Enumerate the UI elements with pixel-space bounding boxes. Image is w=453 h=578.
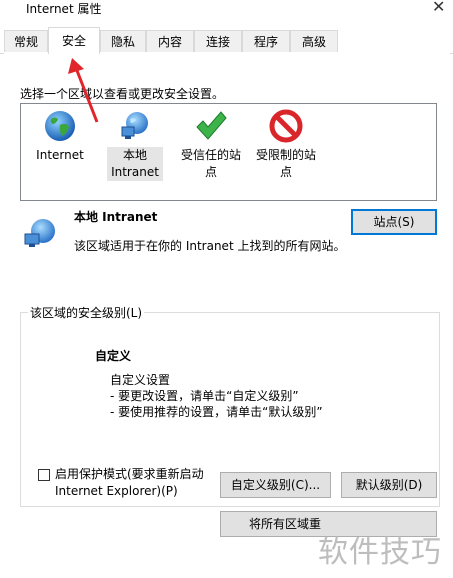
zone-trusted-label-2: 点 <box>204 165 217 179</box>
tab-general[interactable]: 常规 <box>4 30 48 52</box>
selected-zone-title: 本地 Intranet <box>74 210 158 224</box>
security-level-legend: 该区域的安全级别(L) <box>28 304 145 321</box>
zone-local-intranet[interactable]: 本地 Intranet <box>107 109 163 181</box>
tab-privacy[interactable]: 隐私 <box>100 30 146 52</box>
protected-mode-label-line-2: Internet Explorer)(P) <box>55 484 178 498</box>
zone-instruction: 选择一个区域以查看或更改安全设置。 <box>20 87 225 101</box>
tab-content[interactable]: 内容 <box>146 30 194 52</box>
network-globe-icon <box>24 219 55 247</box>
zone-trusted-label-1: 受信任的站 <box>180 148 241 162</box>
selected-zone-description: 该区域适用于在你的 Intranet 上找到的所有网站。 <box>74 239 346 253</box>
zone-trusted-sites[interactable]: 受信任的站 点 <box>176 109 246 181</box>
security-level-line: 自定义设置 <box>110 373 171 387</box>
protected-mode-label[interactable]: 启用保护模式(要求重新启动 Internet Explorer)(P) <box>55 466 204 500</box>
security-level-line: - 要更改设置，请单击“自定义级别” <box>110 389 299 403</box>
protected-mode-checkbox[interactable] <box>38 469 50 481</box>
tab-connections[interactable]: 连接 <box>194 30 242 52</box>
security-level-line: - 要使用推荐的设置，请单击“默认级别” <box>110 405 323 419</box>
zone-intranet-label-1: 本地 <box>122 148 147 162</box>
title-bar: Internet 属性 ✕ <box>0 0 453 28</box>
green-check-icon <box>196 111 227 140</box>
default-level-button[interactable]: 默认级别(D) <box>341 472 437 498</box>
window-title: Internet 属性 <box>26 2 102 16</box>
zone-restricted-label-1: 受限制的站 <box>255 148 316 162</box>
zone-restricted-label-2: 点 <box>279 165 292 179</box>
zone-internet[interactable]: Internet <box>30 109 90 164</box>
security-level-description: 自定义设置 - 要更改设置，请单击“自定义级别” - 要使用推荐的设置，请单击“… <box>110 372 323 420</box>
sites-button[interactable]: 站点(S) <box>351 209 437 235</box>
zone-restricted-sites[interactable]: 受限制的站 点 <box>251 109 321 181</box>
zone-intranet-label-2: Intranet <box>111 165 159 179</box>
watermark-text: 软件技巧 <box>318 535 442 570</box>
security-level-name: 自定义 <box>95 349 132 363</box>
protected-mode-label-line-1: 启用保护模式(要求重新启动 <box>55 467 204 481</box>
tab-programs[interactable]: 程序 <box>242 30 290 52</box>
tab-security[interactable]: 安全 <box>48 27 100 54</box>
no-entry-icon <box>269 109 303 143</box>
zone-internet-label: Internet <box>36 148 84 162</box>
custom-level-button[interactable]: 自定义级别(C)... <box>220 472 331 498</box>
network-globe-icon <box>121 112 148 139</box>
close-icon[interactable]: ✕ <box>432 0 445 16</box>
globe-icon <box>45 111 75 141</box>
tab-advanced[interactable]: 高级 <box>290 30 338 52</box>
